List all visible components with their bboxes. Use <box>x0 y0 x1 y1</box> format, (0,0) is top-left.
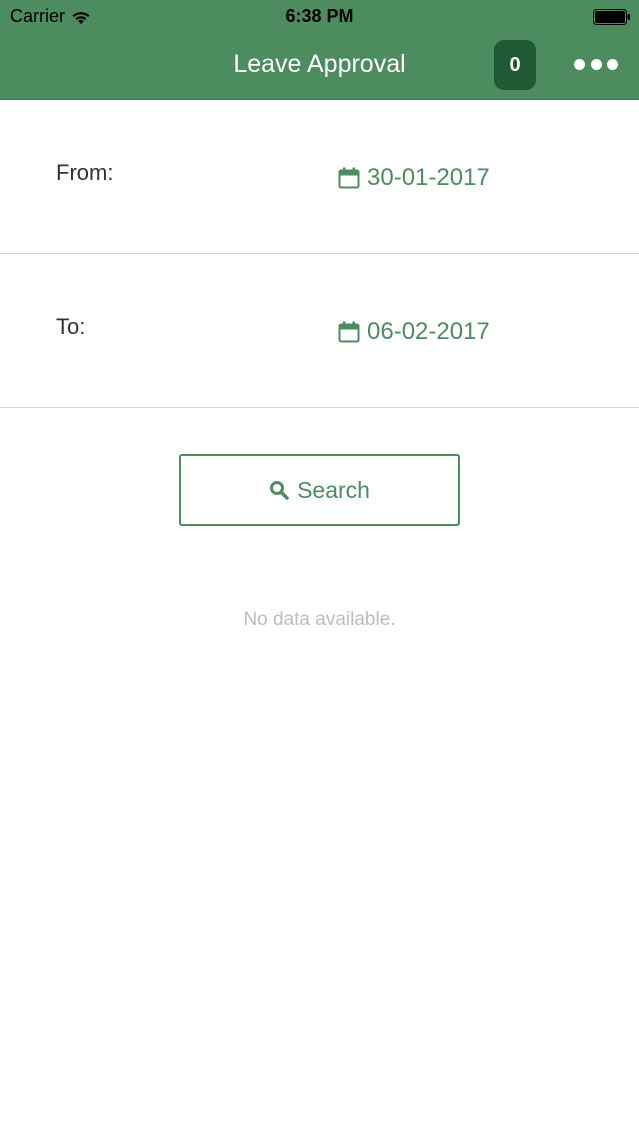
notification-counter-badge[interactable]: 0 <box>494 40 536 90</box>
more-dot <box>607 58 618 70</box>
to-date-picker[interactable]: 06-02-2017 <box>338 318 490 346</box>
counter-value: 0 <box>509 53 521 76</box>
battery-icon <box>593 9 630 25</box>
from-date-picker[interactable]: 30-01-2017 <box>338 164 490 192</box>
top-bar: Carrier 6:38 PM Leave Approval 0 <box>0 0 639 100</box>
status-bar: Carrier 6:38 PM <box>0 0 639 34</box>
status-time: 6:38 PM <box>285 6 354 26</box>
more-dot <box>590 58 602 70</box>
to-date-value: 06-02-2017 <box>367 318 490 345</box>
to-row: To: 06-02-2017 <box>0 254 639 408</box>
from-date-value: 30-01-2017 <box>367 164 490 191</box>
from-label: From: <box>56 160 114 185</box>
search-button[interactable]: Search <box>179 454 460 526</box>
empty-state-message: No data available. <box>243 609 396 630</box>
page-title: Leave Approval <box>233 50 406 78</box>
more-icon[interactable] <box>574 57 618 71</box>
search-button-label: Search <box>297 476 370 503</box>
to-label: To: <box>56 314 86 339</box>
search-icon <box>270 481 289 500</box>
calendar-icon <box>338 321 360 343</box>
from-row: From: 30-01-2017 <box>0 100 639 254</box>
more-dot <box>574 58 585 70</box>
calendar-icon <box>338 167 360 189</box>
